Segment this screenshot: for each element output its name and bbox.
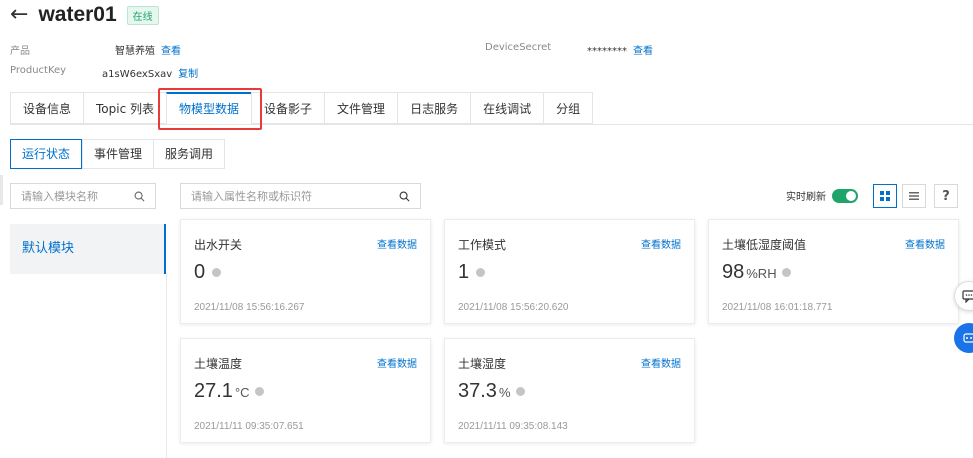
devicesecret-label: DeviceSecret [485, 42, 552, 53]
module-list: 默认模块 [10, 224, 166, 274]
product-row: 产品 智慧养殖 查看 [10, 42, 181, 57]
view-data-link[interactable]: 查看数据 [641, 236, 681, 251]
property-timestamp: 2021/11/08 15:56:20.620 [458, 302, 569, 313]
subtab-runtime-status[interactable]: 运行状态 [10, 139, 83, 169]
property-card: 土壤低湿度阈值 查看数据 98 %RH 2021/11/08 16:01:18.… [708, 219, 959, 324]
productkey-value-group: a1sW6exSxav 复制 [102, 65, 198, 80]
property-name: 工作模式 [458, 238, 507, 252]
tab-topic-list[interactable]: Topic 列表 [83, 92, 167, 124]
info-icon[interactable] [515, 387, 525, 396]
property-timestamp: 2021/11/11 09:35:07.651 [194, 421, 304, 432]
page-header: ← water01 在线 [10, 0, 159, 30]
property-value: 1 [458, 261, 470, 283]
property-unit: % [498, 385, 511, 400]
property-search-placeholder: 请输入属性名称或标识符 [191, 190, 312, 203]
view-data-link[interactable]: 查看数据 [377, 355, 417, 370]
property-value-row: 37.3 % [458, 380, 525, 403]
property-value-row: 98 %RH [722, 261, 791, 284]
module-search-placeholder: 请输入模块名称 [21, 190, 98, 203]
property-value: 0 [194, 261, 206, 283]
devicesecret-row: DeviceSecret ******** 查看 [485, 42, 653, 57]
realtime-refresh-toggle[interactable] [832, 188, 858, 203]
property-name: 土壤温度 [194, 357, 243, 371]
property-card: 出水开关 查看数据 0 2021/11/08 15:56:16.267 [180, 219, 431, 324]
property-unit: °C [234, 385, 250, 400]
property-value-row: 1 [458, 261, 486, 284]
sidebar-divider [166, 274, 167, 458]
property-timestamp: 2021/11/08 16:01:18.771 [722, 302, 833, 313]
property-unit: %RH [746, 266, 777, 281]
subtab-event-management[interactable]: 事件管理 [82, 139, 154, 169]
product-label: 产品 [10, 46, 30, 57]
info-icon[interactable] [476, 268, 486, 277]
devicesecret-view-link[interactable]: 查看 [633, 46, 653, 57]
sub-tabs: 运行状态 事件管理 服务调用 [10, 139, 226, 169]
tab-device-shadow[interactable]: 设备影子 [251, 92, 325, 124]
assistant-button[interactable] [954, 323, 973, 353]
main-tabs: 设备信息 Topic 列表 物模型数据 设备影子 文件管理 日志服务 在线调试 … [10, 92, 973, 125]
productkey-row: ProductKey a1sW6exSxav 复制 [10, 65, 198, 80]
view-data-link[interactable]: 查看数据 [641, 355, 681, 370]
productkey-copy-link[interactable]: 复制 [178, 69, 198, 80]
tab-thing-model-data[interactable]: 物模型数据 [166, 92, 252, 124]
subtab-service-call[interactable]: 服务调用 [153, 139, 226, 169]
property-value-row: 0 [194, 261, 222, 284]
chat-icon [962, 290, 973, 303]
tab-group[interactable]: 分组 [543, 92, 594, 124]
view-data-link[interactable]: 查看数据 [377, 236, 417, 251]
info-icon[interactable] [254, 387, 264, 396]
property-timestamp: 2021/11/11 09:35:08.143 [458, 421, 568, 432]
property-value: 27.1 [194, 380, 233, 402]
property-card: 土壤湿度 查看数据 37.3 % 2021/11/11 09:35:08.143 [444, 338, 695, 443]
search-icon [134, 191, 145, 201]
property-value: 37.3 [458, 380, 497, 402]
productkey-label: ProductKey [10, 65, 67, 76]
property-value-row: 27.1 °C [194, 380, 264, 403]
product-view-link[interactable]: 查看 [161, 46, 181, 57]
property-name: 土壤湿度 [458, 357, 507, 371]
devicesecret-value: ******** [587, 46, 627, 57]
assistant-icon [963, 333, 973, 343]
devicesecret-value-group: ******** 查看 [587, 42, 653, 57]
realtime-refresh: 实时刷新 [786, 188, 858, 203]
tab-file-management[interactable]: 文件管理 [324, 92, 398, 124]
list-view-button[interactable] [902, 184, 926, 208]
grid-view-button[interactable] [873, 184, 897, 208]
realtime-refresh-label: 实时刷新 [786, 192, 826, 203]
grid-icon [880, 191, 890, 201]
product-value: 智慧养殖 [115, 46, 155, 57]
property-card: 土壤温度 查看数据 27.1 °C 2021/11/11 09:35:07.65… [180, 338, 431, 443]
property-name: 出水开关 [194, 238, 243, 252]
property-name: 土壤低湿度阈值 [722, 238, 807, 252]
device-title: water01 [38, 3, 117, 26]
tab-online-debug[interactable]: 在线调试 [470, 92, 544, 124]
back-arrow-icon[interactable]: ← [10, 4, 28, 26]
list-icon [909, 192, 919, 200]
property-timestamp: 2021/11/08 15:56:16.267 [194, 302, 305, 313]
info-icon[interactable] [212, 268, 222, 277]
module-item-default[interactable]: 默认模块 [10, 224, 164, 274]
property-card: 工作模式 查看数据 1 2021/11/08 15:56:20.620 [444, 219, 695, 324]
status-badge: 在线 [126, 5, 159, 25]
module-search-input[interactable]: 请输入模块名称 [10, 183, 156, 209]
tab-device-info[interactable]: 设备信息 [10, 92, 84, 124]
property-search-input[interactable]: 请输入属性名称或标识符 [180, 183, 421, 209]
view-data-link[interactable]: 查看数据 [905, 236, 945, 251]
left-edge-handle [0, 175, 3, 205]
info-icon[interactable] [781, 268, 791, 277]
product-value-group: 智慧养殖 查看 [115, 42, 181, 57]
search-icon [399, 191, 410, 201]
tab-log-service[interactable]: 日志服务 [397, 92, 471, 124]
productkey-value: a1sW6exSxav [102, 69, 173, 80]
property-value: 98 [722, 261, 745, 283]
help-button[interactable]: ? [934, 184, 958, 208]
